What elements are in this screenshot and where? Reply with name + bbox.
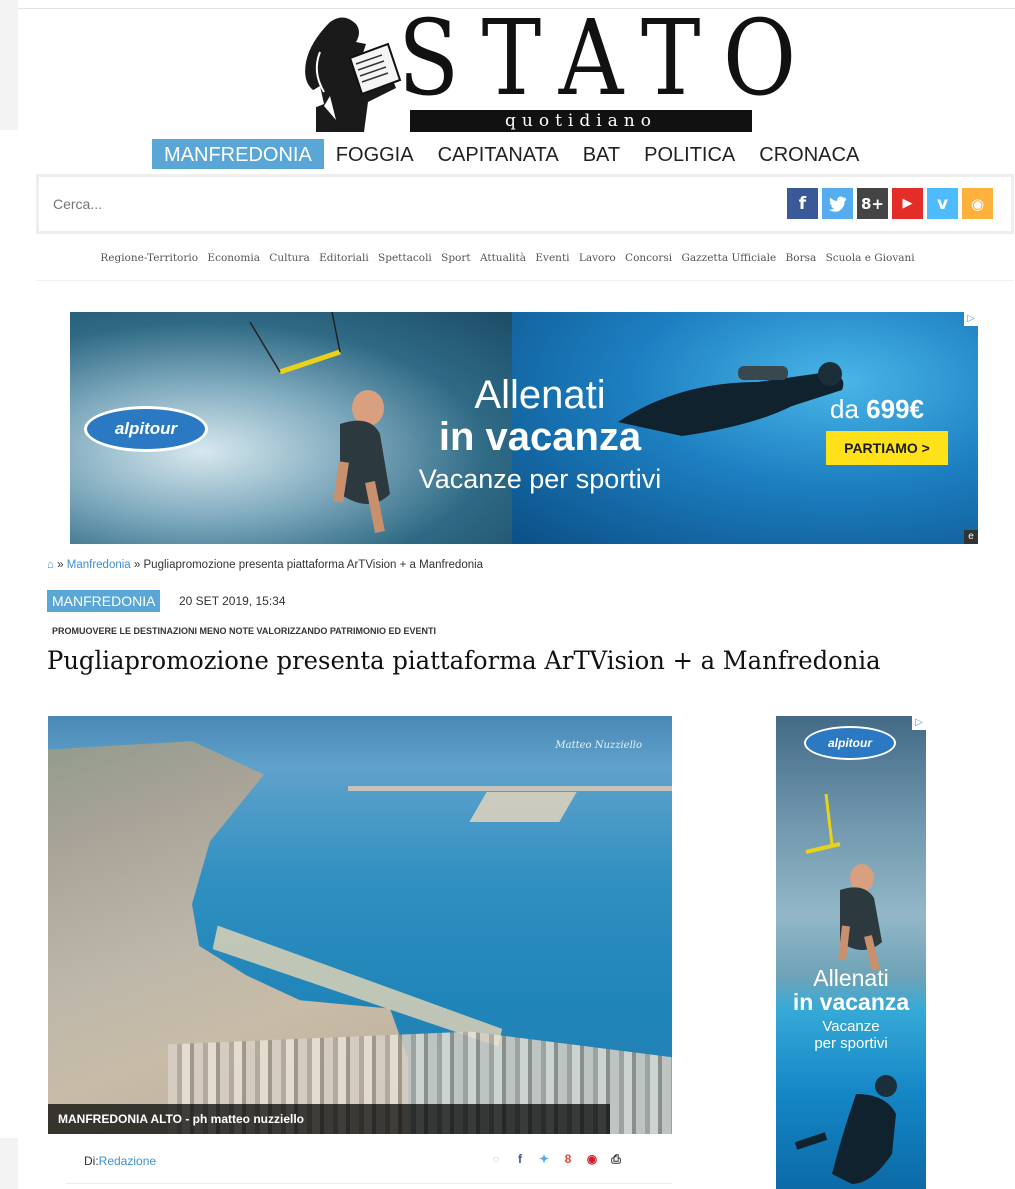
byline-prefix: Di: xyxy=(84,1154,99,1168)
ad-headline-line2: in vacanza xyxy=(438,415,642,459)
left-gutter xyxy=(0,0,18,130)
nav-item-politica[interactable]: POLITICA xyxy=(632,139,747,169)
search-bar: f 8+ ▶ v ◉ xyxy=(36,174,1014,234)
nav-item-foggia[interactable]: FOGGIA xyxy=(324,139,426,169)
site-logo[interactable]: STATO quotidiano xyxy=(290,6,796,134)
article-kicker: PROMUOVERE LE DESTINAZIONI MENO NOTE VAL… xyxy=(52,626,437,636)
ad-headline-line1: Allenati xyxy=(813,965,889,991)
scuba-diver-figure xyxy=(794,1075,897,1184)
ad-headline: Allenati in vacanza xyxy=(776,966,926,1014)
divider xyxy=(36,280,1014,281)
left-gutter xyxy=(0,1138,18,1189)
breadcrumb-current: Pugliapromozione presenta piattaforma Ar… xyxy=(143,559,484,571)
adchoices-icon[interactable]: ▷ xyxy=(912,716,926,730)
subnav-item[interactable]: Sport xyxy=(441,252,470,264)
subnav-item[interactable]: Editoriali xyxy=(319,252,369,264)
side-ad[interactable]: alpitour Allenati in vacanza Vacanze per… xyxy=(776,716,926,1189)
twitter-icon[interactable] xyxy=(822,188,853,219)
article-meta-row: Di:Redazione ○ f ✦ 8 ◉ ⎙ xyxy=(66,1140,672,1184)
ad-subline: Vacanze per sportivi xyxy=(418,464,662,494)
ad-cta-button[interactable]: PARTIAMO > xyxy=(826,431,948,465)
twitter-icon[interactable]: ✦ xyxy=(537,1152,551,1167)
photo-signature: Matteo Nuzziello xyxy=(555,740,642,751)
subnav-item[interactable]: Gazzetta Ufficiale xyxy=(681,252,776,264)
article-photo[interactable]: Matteo Nuzziello MANFREDONIA ALTO - ph m… xyxy=(48,716,672,1134)
nav-item-cronaca[interactable]: CRONACA xyxy=(747,139,871,169)
google-plus-icon[interactable]: 8 xyxy=(561,1152,575,1167)
ad-headline-line1: Allenati xyxy=(474,373,606,417)
photo-caption: MANFREDONIA ALTO - ph matteo nuzziello xyxy=(48,1104,610,1134)
subnav-item[interactable]: Borsa xyxy=(786,252,817,264)
subnav-item[interactable]: Cultura xyxy=(269,252,309,264)
ad-subline-line1: Vacanze xyxy=(822,1018,880,1035)
vimeo-icon[interactable]: v xyxy=(927,188,958,219)
facebook-icon[interactable]: f xyxy=(513,1152,527,1167)
nav-item-bat[interactable]: BAT xyxy=(571,139,632,169)
share-buttons: ○ f ✦ 8 ◉ ⎙ xyxy=(489,1152,623,1167)
print-icon[interactable]: ⎙ xyxy=(609,1152,623,1167)
pinterest-icon[interactable]: ◉ xyxy=(585,1152,599,1167)
ad-corner-icon[interactable]: e xyxy=(964,530,978,544)
alpitour-logo: alpitour xyxy=(804,726,896,760)
category-badge[interactable]: MANFREDONIA xyxy=(47,590,161,612)
home-icon[interactable]: ⌂ xyxy=(47,559,54,571)
ad-subline-line2: per sportivi xyxy=(814,1035,888,1052)
subnav-item[interactable]: Scuola e Giovani xyxy=(826,252,915,264)
ad-price: da 699€ xyxy=(830,394,924,425)
adchoices-icon[interactable]: ▷ xyxy=(964,312,978,326)
subnav-item[interactable]: Attualità xyxy=(480,252,526,264)
subnav-item[interactable]: Lavoro xyxy=(579,252,616,264)
ad-headline-line2: in vacanza xyxy=(792,989,910,1015)
facebook-icon[interactable]: f xyxy=(787,188,818,219)
comment-icon[interactable]: ○ xyxy=(489,1152,503,1167)
ad-price-value: 699€ xyxy=(866,394,924,424)
ad-subline: Vacanze per sportivi xyxy=(776,1018,926,1052)
breadcrumb: ⌂ » Manfredonia » Pugliapromozione prese… xyxy=(47,559,483,571)
ad-headline: Allenati in vacanza xyxy=(370,374,710,458)
section-nav: Regione-Territorio Economia Cultura Edit… xyxy=(0,252,1015,264)
photo-breakwater xyxy=(469,792,577,822)
main-nav: MANFREDONIA FOGGIA CAPITANATA BAT POLITI… xyxy=(152,139,871,169)
breadcrumb-separator: » xyxy=(133,559,141,571)
byline: Di:Redazione xyxy=(84,1154,156,1168)
kitesurfer-figure xyxy=(805,793,882,971)
banner-ad[interactable]: alpitour Allenati in vacanza Vacanze per… xyxy=(70,312,978,544)
article-date: 20 SET 2019, 15:34 xyxy=(179,594,286,608)
social-links: f 8+ ▶ v ◉ xyxy=(787,188,993,219)
photo-pier xyxy=(348,786,672,791)
alpitour-logo: alpitour xyxy=(84,406,208,452)
breadcrumb-separator: » xyxy=(57,559,64,571)
author-link[interactable]: Redazione xyxy=(99,1154,156,1168)
rss-icon[interactable]: ◉ xyxy=(962,188,993,219)
nav-item-manfredonia[interactable]: MANFREDONIA xyxy=(152,139,324,169)
subnav-item[interactable]: Spettacoli xyxy=(378,252,432,264)
breadcrumb-category-link[interactable]: Manfredonia xyxy=(67,559,131,571)
logo-wordmark: STATO xyxy=(398,0,819,119)
subnav-item[interactable]: Concorsi xyxy=(625,252,672,264)
youtube-icon[interactable]: ▶ xyxy=(892,188,923,219)
subnav-item[interactable]: Eventi xyxy=(535,252,569,264)
logo-tagline: quotidiano xyxy=(410,110,752,132)
subnav-item[interactable]: Economia xyxy=(207,252,260,264)
google-plus-icon[interactable]: 8+ xyxy=(857,188,888,219)
ad-price-prefix: da xyxy=(830,394,859,424)
newspaper-reader-icon xyxy=(305,17,402,132)
search-input[interactable] xyxy=(53,189,453,219)
article-title: Pugliapromozione presenta piattaforma Ar… xyxy=(47,646,881,675)
subnav-item[interactable]: Regione-Territorio xyxy=(100,252,198,264)
nav-item-capitanata[interactable]: CAPITANATA xyxy=(426,139,571,169)
